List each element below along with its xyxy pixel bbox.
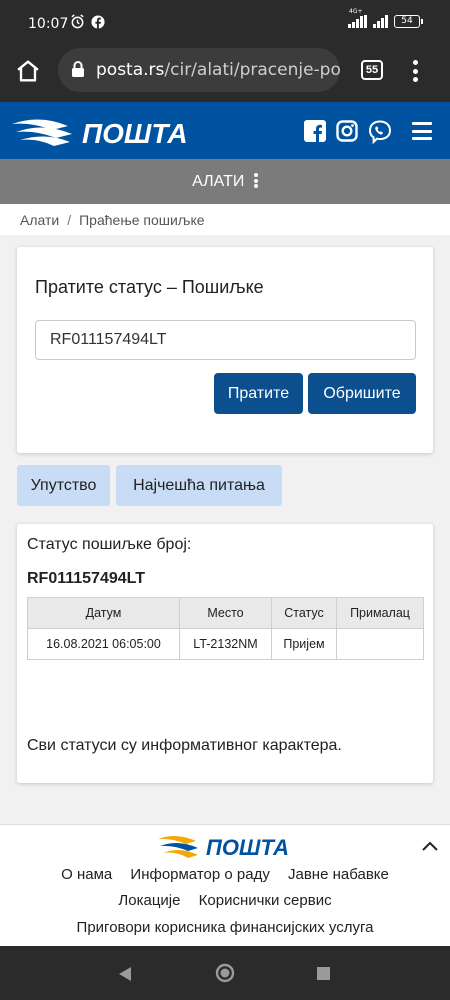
instagram-icon[interactable] [336,120,358,142]
footer-links-row-3: Приговори корисника финансијских услуга [0,919,450,936]
result-label: Статус пошиљке број: [27,536,192,553]
site-footer: ПОШТА О нама Информатор о раду Јавне наб… [0,824,450,946]
viber-icon[interactable] [368,120,392,145]
footer-link-procurement[interactable]: Јавне набавке [288,866,389,883]
address-bar[interactable]: posta.rs/cir/alati/pracenje-po [58,48,340,92]
footer-link-support[interactable]: Кориснички сервис [199,892,332,909]
breadcrumb: Алати / Праћење пошиљке [0,204,450,235]
browser-toolbar: posta.rs/cir/alati/pracenje-po 55 [0,48,450,102]
facebook-icon[interactable] [304,120,326,142]
tracking-form-title: Пратите статус – Пошиљке [35,277,264,297]
home-icon[interactable] [14,57,42,85]
result-tracking-number: RF011157494LT [27,570,146,587]
chevron-up-icon[interactable] [421,839,439,857]
tracking-result-card: Статус пошиљке број: RF011157494LT Датум… [17,524,433,783]
browser-menu-icon[interactable] [412,60,418,82]
footer-links-row-2: Локације Кориснички сервис [0,892,450,909]
android-status-bar: 10:07 4G+ 54 [0,0,450,48]
column-recipient: Прималац [336,597,424,629]
footer-links-row-1: О нама Информатор о раду Јавне набавке [0,866,450,883]
footer-link-complaints[interactable]: Приговори корисника финансијских услуга [77,919,374,936]
table-row: 16.08.2021 06:05:00 LT-2132NM Пријем [27,628,424,660]
cell-status: Пријем [271,628,337,660]
tools-menu-bar[interactable]: АЛАТИ [0,159,450,204]
android-navigation-bar [0,946,450,1000]
footer-logo[interactable]: ПОШТА [156,833,296,864]
vertical-dots-icon [253,173,258,189]
breadcrumb-item-tools[interactable]: Алати [20,212,59,228]
recent-apps-icon[interactable] [317,967,330,980]
clear-button[interactable]: Обришите [308,373,416,414]
signal-icon-2 [373,15,388,28]
footer-link-informator[interactable]: Информатор о раду [130,866,269,883]
breadcrumb-item-current: Праћење пошиљке [79,212,205,228]
status-disclaimer: Сви статуси су информативног карактера. [27,737,342,754]
status-table: Датум Место Статус Прималац 16.08.2021 0… [27,597,424,660]
back-icon[interactable] [118,966,132,987]
tools-menu-label: АЛАТИ [192,173,245,190]
cell-date: 16.08.2021 06:05:00 [27,628,180,660]
column-place: Место [179,597,272,629]
status-time: 10:07 [28,16,69,32]
hamburger-icon[interactable] [412,122,432,140]
footer-link-about[interactable]: О нама [61,866,112,883]
svg-text:ПОШТА: ПОШТА [82,118,188,148]
facebook-notification-icon [91,14,105,33]
home-nav-icon[interactable] [215,963,235,988]
tracking-form-card: Пратите статус – Пошиљке Пратите Обришит… [17,247,433,453]
track-button[interactable]: Пратите [214,373,303,414]
url-path: /cir/alati/pracenje-po [164,60,340,80]
cell-recipient [336,628,424,660]
url-domain: posta.rs [96,60,165,80]
footer-link-locations[interactable]: Локације [118,892,180,909]
site-header: ПОШТА [0,102,450,159]
alarm-icon [70,14,85,33]
faq-button[interactable]: Најчешћа питања [116,465,282,506]
lock-icon [70,60,86,83]
tracking-number-input[interactable] [35,320,416,360]
instructions-button[interactable]: Упутство [17,465,110,506]
column-status: Статус [271,597,337,629]
tab-switcher-button[interactable]: 55 [361,60,383,80]
posta-logo[interactable]: ПОШТА [10,116,206,153]
table-header-row: Датум Место Статус Прималац [27,597,424,629]
column-date: Датум [27,597,180,629]
cell-place: LT-2132NM [179,628,272,660]
breadcrumb-separator: / [67,212,72,228]
signal-icon: 4G+ [348,8,367,28]
battery-icon: 54 [394,15,423,28]
svg-text:ПОШТА: ПОШТА [206,835,289,859]
